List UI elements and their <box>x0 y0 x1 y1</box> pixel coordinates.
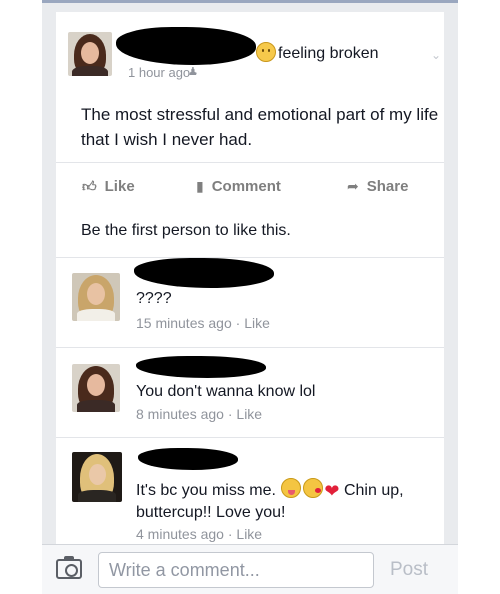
comment-time: 4 minutes ago <box>136 526 224 542</box>
comment-text-part: It's bc you miss me. <box>136 482 281 499</box>
share-arrow-icon: ➦ <box>347 178 359 194</box>
like-label: Like <box>104 178 135 195</box>
action-bar: 👍︎ Like ▮ Comment ➦ Share <box>56 162 444 207</box>
camera-icon[interactable] <box>56 556 82 579</box>
meta-separator: · <box>223 406 237 422</box>
like-summary: Be the first person to like this. <box>81 222 291 239</box>
share-label: Share <box>366 178 409 195</box>
comment-like-link[interactable]: Like <box>236 406 262 422</box>
comment-bubble-icon: ▮ <box>196 178 204 194</box>
comment-time: 8 minutes ago <box>136 406 224 422</box>
redacted-commenter-name <box>134 258 274 288</box>
comment-item: You don't wanna know lol 8 minutes ago ·… <box>56 347 444 438</box>
redacted-author-name <box>116 27 256 65</box>
comment-item: It's bc you miss me. ❤ Chin up, buttercu… <box>56 437 444 545</box>
comment-label: Comment <box>211 178 281 195</box>
facebook-post-screen: feeling broken ⌄ 1 hour ago · ♟ The most… <box>42 0 458 594</box>
commenter-avatar[interactable] <box>72 364 120 412</box>
meta-separator: · <box>223 526 237 542</box>
thumbs-up-icon: 👍︎ <box>82 178 97 194</box>
sad-face-icon <box>256 42 276 62</box>
comment-time: 15 minutes ago <box>136 315 232 331</box>
post-button[interactable]: Post <box>390 559 428 581</box>
redacted-commenter-name <box>136 356 266 378</box>
heart-emoji-icon: ❤ <box>324 481 340 501</box>
post-card: feeling broken ⌄ 1 hour ago · ♟ The most… <box>56 12 444 207</box>
comment-meta: 4 minutes ago · Like <box>136 526 262 542</box>
redacted-commenter-name <box>138 448 238 470</box>
comment-meta: 8 minutes ago · Like <box>136 406 262 422</box>
kissing-face-emoji-icon <box>303 478 324 498</box>
top-border <box>42 0 458 3</box>
likes-and-comments: Be the first person to like this. ???? 1… <box>56 207 444 544</box>
comment-text: It's bc you miss me. ❤ Chin up, buttercu… <box>136 478 436 524</box>
feeling-status: feeling broken <box>278 45 379 62</box>
comment-input[interactable] <box>98 552 374 588</box>
tongue-face-emoji-icon <box>281 478 302 498</box>
comment-button[interactable]: ▮ Comment <box>196 178 281 195</box>
post-text: The most stressful and emotional part of… <box>81 105 439 149</box>
chevron-down-icon[interactable]: ⌄ <box>431 48 441 62</box>
share-button[interactable]: ➦ Share <box>347 178 408 195</box>
comment-like-link[interactable]: Like <box>244 315 270 331</box>
comment-composer: Post <box>42 544 458 594</box>
commenter-avatar[interactable] <box>72 452 122 502</box>
comment-text: ???? <box>136 290 172 307</box>
like-button[interactable]: 👍︎ Like <box>82 178 135 195</box>
friends-icon: ♟ <box>188 66 198 78</box>
author-avatar[interactable] <box>68 32 112 76</box>
comment-meta: 15 minutes ago · Like <box>136 315 270 331</box>
comment-like-link[interactable]: Like <box>236 526 262 542</box>
comment-text: You don't wanna know lol <box>136 383 316 400</box>
commenter-avatar[interactable] <box>72 273 120 321</box>
comment-item: ???? 15 minutes ago · Like <box>56 257 444 348</box>
meta-separator: · <box>231 315 245 331</box>
